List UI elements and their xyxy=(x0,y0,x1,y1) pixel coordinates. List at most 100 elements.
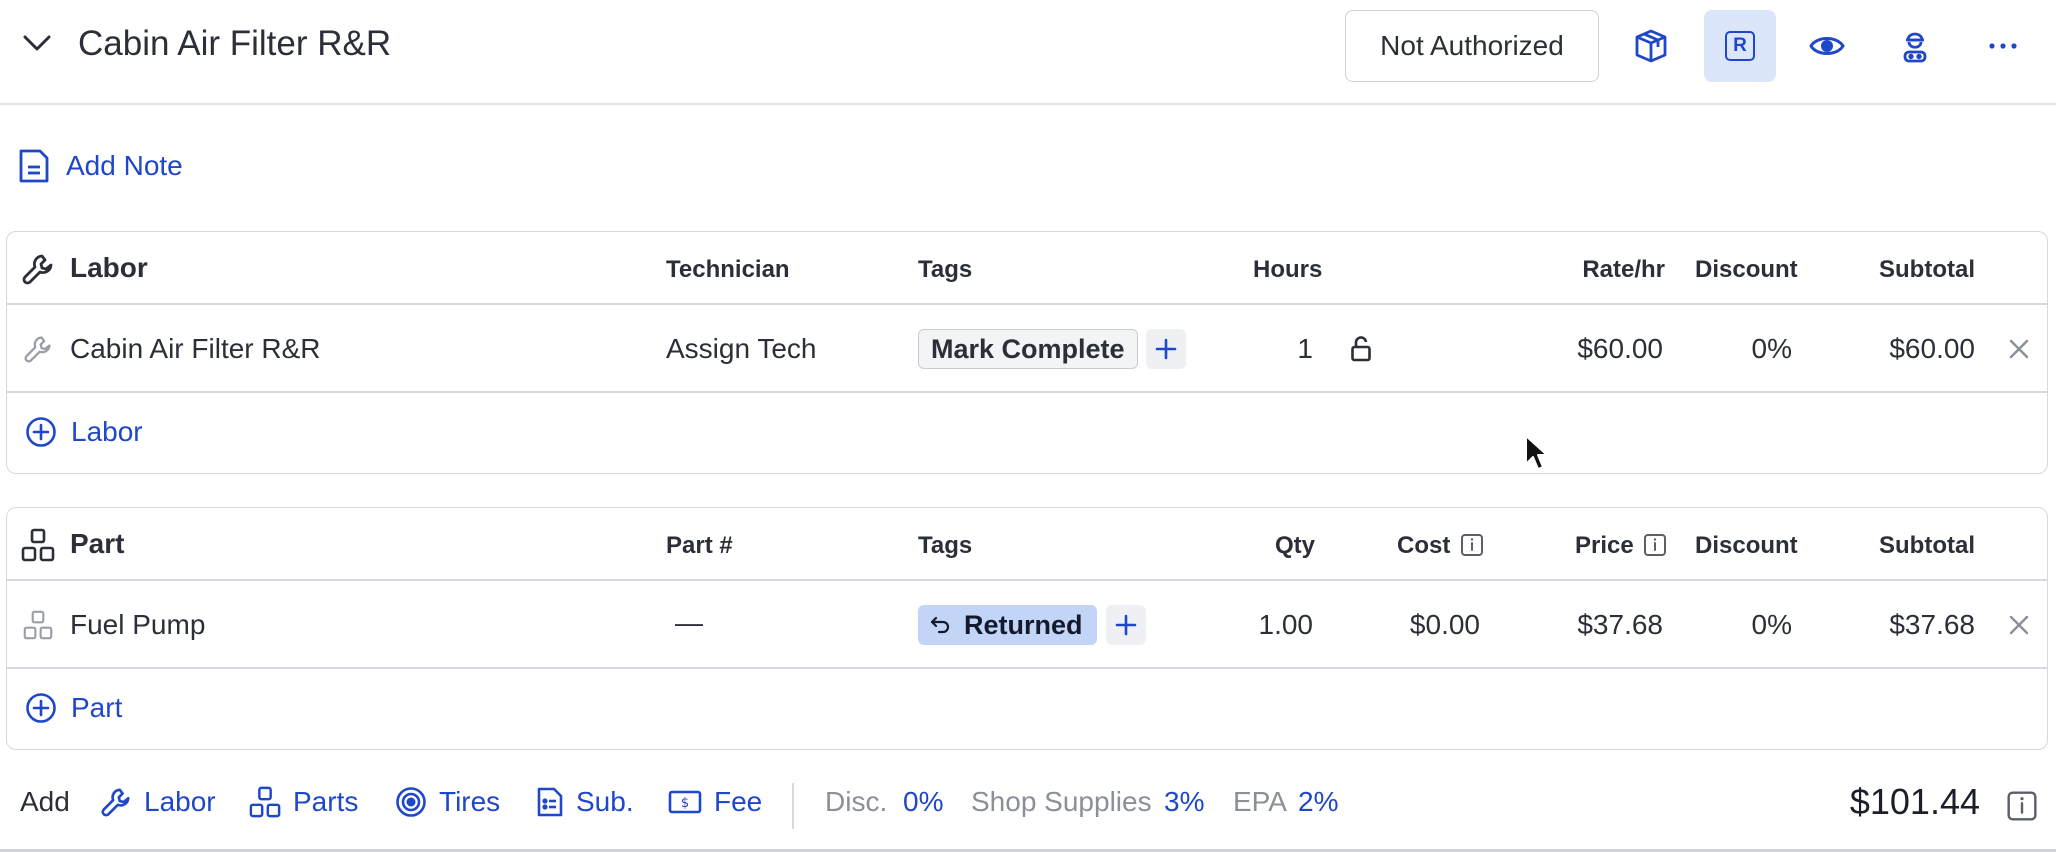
r-badge-icon: R xyxy=(1725,31,1755,61)
part-cost[interactable]: $0.00 xyxy=(1410,609,1480,641)
more-options-button[interactable] xyxy=(1967,10,2039,82)
row-divider xyxy=(7,579,2047,581)
cost-info-icon[interactable] xyxy=(1460,533,1484,557)
cursor-icon xyxy=(1524,434,1550,472)
total-info-icon[interactable] xyxy=(2006,790,2038,822)
footer-add-fee-button[interactable]: $ Fee xyxy=(668,786,762,818)
assign-tech-link[interactable]: Assign Tech xyxy=(666,333,816,365)
more-icon xyxy=(1988,42,2018,50)
labor-header: Labor xyxy=(70,252,148,283)
footer-add-parts-button[interactable]: Parts xyxy=(249,786,358,818)
labor-hours[interactable]: 1 xyxy=(1297,333,1313,365)
grand-total: $101.44 xyxy=(1849,781,1980,822)
part-discount[interactable]: 0% xyxy=(1752,609,1792,641)
remove-part-close-icon[interactable] xyxy=(2009,615,2029,635)
technician-header: Technician xyxy=(666,256,790,283)
note-icon xyxy=(18,148,50,184)
sublet-icon xyxy=(536,786,564,818)
epa-value[interactable]: 2% xyxy=(1298,786,1338,818)
returned-tag[interactable]: Returned xyxy=(918,605,1097,645)
labor-discount-header: Discount xyxy=(1695,256,1798,283)
lock-icon[interactable] xyxy=(1350,335,1372,363)
authorization-button[interactable]: Not Authorized xyxy=(1345,10,1599,82)
row-divider xyxy=(7,303,2047,305)
disc-label: Disc. xyxy=(825,786,888,817)
add-part-label: Part xyxy=(71,692,123,723)
part-subtotal: $37.68 xyxy=(1889,609,1975,640)
labor-rate[interactable]: $60.00 xyxy=(1577,333,1663,365)
labor-item-name[interactable]: Cabin Air Filter R&R xyxy=(70,333,321,365)
labor-card: Labor Technician Tags Hours Rate/hr Disc… xyxy=(6,231,2048,474)
plus-icon xyxy=(1115,614,1137,636)
technician-button[interactable] xyxy=(1879,10,1951,82)
returned-tag-label: Returned xyxy=(964,609,1083,640)
part-qty[interactable]: 1.00 xyxy=(1259,609,1314,641)
part-number-header: Part # xyxy=(666,532,733,559)
footer-labor-label: Labor xyxy=(144,786,216,817)
plus-circle-icon xyxy=(25,416,57,448)
part-tags-header: Tags xyxy=(918,532,973,559)
parts-icon xyxy=(249,786,281,818)
collapse-chevron-icon[interactable] xyxy=(22,34,52,52)
return-icon xyxy=(930,616,950,634)
footer-add-label: Add xyxy=(20,786,70,817)
footer-sublet-label: Sub. xyxy=(576,786,634,817)
r-badge-button[interactable]: R xyxy=(1704,10,1776,82)
plus-icon xyxy=(1155,338,1177,360)
header-divider xyxy=(0,103,2056,105)
shop-supplies-label: Shop Supplies xyxy=(971,786,1152,817)
plus-circle-icon xyxy=(25,692,57,724)
footer-add-sublet-button[interactable]: Sub. xyxy=(536,786,634,818)
footer-tires-label: Tires xyxy=(439,786,501,817)
hours-header: Hours xyxy=(1253,256,1323,283)
parts-box-button[interactable] xyxy=(1615,10,1687,82)
visibility-button[interactable] xyxy=(1791,10,1863,82)
qty-header: Qty xyxy=(1274,532,1315,559)
part-item-name[interactable]: Fuel Pump xyxy=(70,609,205,641)
part-row-parts-icon xyxy=(23,610,53,640)
add-part-tag-button[interactable] xyxy=(1106,605,1146,645)
labor-subtotal-header: Subtotal xyxy=(1879,256,1975,283)
technician-icon xyxy=(1901,28,1929,64)
labor-subtotal: $60.00 xyxy=(1889,333,1975,364)
footer-add-tires-button[interactable]: Tires xyxy=(395,786,500,818)
labor-tags-header: Tags xyxy=(918,256,973,283)
parts-card: Part Part # Tags Qty Cost Price Discount… xyxy=(6,507,2048,750)
tire-icon xyxy=(395,786,427,818)
fee-icon: $ xyxy=(668,789,702,815)
parts-icon xyxy=(21,528,55,562)
svg-text:$: $ xyxy=(681,796,689,811)
add-part-button[interactable]: Part xyxy=(25,692,122,724)
part-subtotal-header: Subtotal xyxy=(1879,532,1975,559)
wrench-icon xyxy=(21,252,55,286)
add-note-button[interactable]: Add Note xyxy=(18,148,183,184)
footer-add-labor-button[interactable]: Labor xyxy=(100,786,216,818)
part-price[interactable]: $37.68 xyxy=(1577,609,1663,641)
part-discount-header: Discount xyxy=(1695,532,1798,559)
add-labor-tag-button[interactable] xyxy=(1146,329,1186,369)
part-number-value[interactable]: — xyxy=(675,607,703,639)
cost-header: Cost xyxy=(1397,532,1451,559)
footer-divider xyxy=(792,783,794,829)
price-header: Price xyxy=(1575,532,1634,559)
footer-parts-label: Parts xyxy=(293,786,359,817)
part-header: Part xyxy=(70,528,125,559)
remove-labor-close-icon[interactable] xyxy=(2009,339,2029,359)
epa-label: EPA xyxy=(1233,786,1287,817)
footer-fee-label: Fee xyxy=(714,786,763,817)
mark-complete-tag[interactable]: Mark Complete xyxy=(918,329,1138,369)
add-labor-button[interactable]: Labor xyxy=(25,416,143,448)
disc-value[interactable]: 0% xyxy=(903,786,943,818)
shop-supplies-value[interactable]: 3% xyxy=(1164,786,1204,818)
eye-icon xyxy=(1809,33,1845,59)
price-info-icon[interactable] xyxy=(1643,533,1667,557)
rate-header: Rate/hr xyxy=(1582,256,1665,283)
labor-row-wrench-icon xyxy=(23,334,53,364)
row-divider xyxy=(7,391,2047,393)
add-labor-label: Labor xyxy=(71,416,143,447)
row-divider xyxy=(7,667,2047,669)
box-icon xyxy=(1633,28,1669,64)
labor-discount[interactable]: 0% xyxy=(1752,333,1792,365)
service-title: Cabin Air Filter R&R xyxy=(78,24,392,63)
add-note-label: Add Note xyxy=(66,150,183,181)
